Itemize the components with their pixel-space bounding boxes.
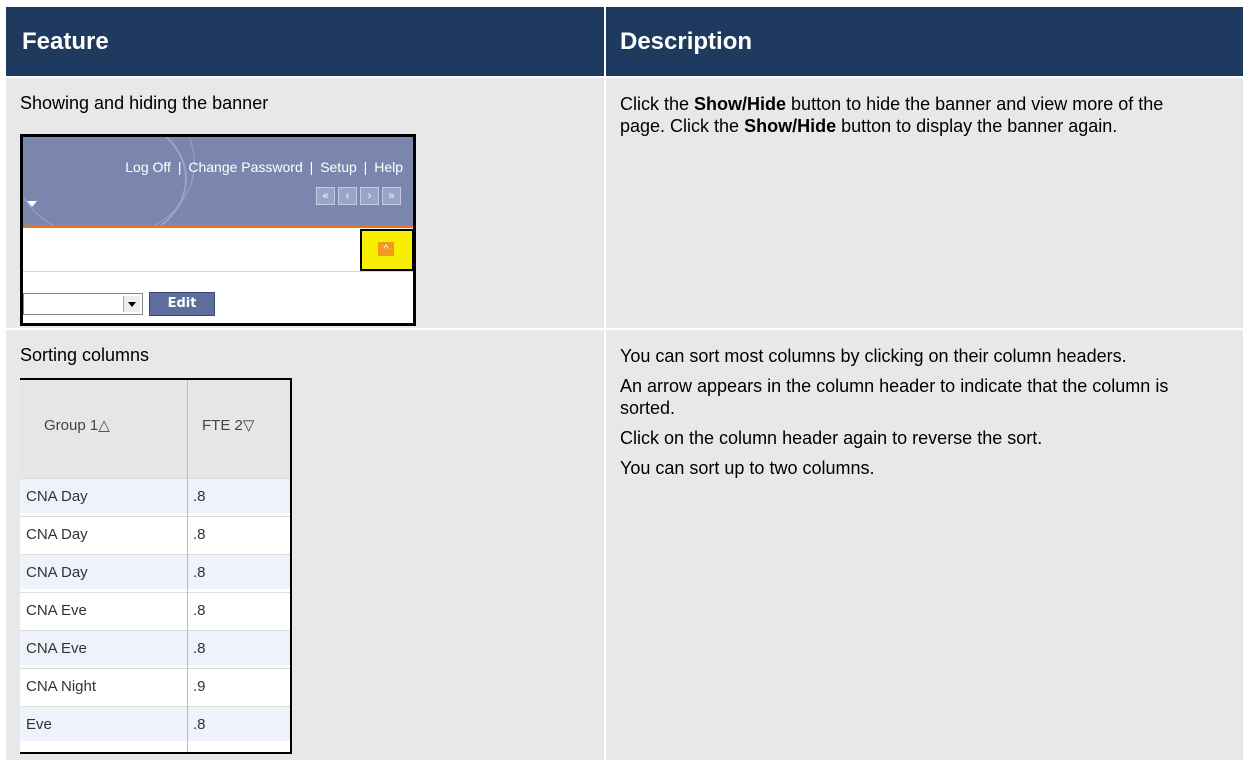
table-row: Showing and hiding the banner Log Off | … (6, 78, 1243, 328)
header-feature: Feature (22, 28, 109, 55)
desc-bold: Show/Hide (744, 116, 837, 136)
column-divider (604, 78, 606, 328)
table-row: CNA Night .9 (20, 668, 290, 703)
link-separator: | (363, 159, 368, 175)
change-password-link[interactable]: Change Password (188, 159, 302, 175)
fte-cell: .8 (193, 488, 206, 505)
feature-title: Sorting columns (20, 345, 150, 365)
table-row: CNA Eve .8 (20, 592, 290, 627)
nav-buttons: « ‹ › » (316, 187, 401, 205)
table-row: CNA Day .8 (20, 554, 290, 589)
feature-title: Showing and hiding the banner (20, 93, 269, 113)
fte-cell: .8 (193, 640, 206, 657)
group-cell: Eve (26, 716, 52, 733)
desc-paragraph: You can sort most columns by clicking on… (620, 346, 1127, 366)
group-column-header[interactable]: Group 1△ (44, 416, 110, 434)
fte-cell: .8 (193, 526, 206, 543)
link-separator: | (177, 159, 182, 175)
group-cell: CNA Day (26, 526, 88, 543)
banner-area: Log Off | Change Password | Setup | Help… (23, 137, 413, 251)
prev-page-button[interactable]: ‹ (338, 187, 357, 205)
desc-paragraph: An arrow appears in the column header to… (620, 376, 1169, 418)
chevron-down-icon[interactable] (123, 296, 140, 312)
table-row: CNA Eve .8 (20, 630, 290, 665)
column-divider (187, 380, 188, 752)
banner-links: Log Off | Change Password | Setup | Help (125, 159, 403, 175)
header-description: Description (620, 28, 753, 55)
feature-description: Click the Show/Hide button to hide the b… (620, 93, 1210, 145)
banner-divider (23, 271, 413, 272)
last-page-button[interactable]: » (382, 187, 401, 205)
chevron-down-icon[interactable] (27, 201, 37, 207)
desc-text: button to display the banner again. (836, 116, 1118, 136)
feature-description: You can sort most columns by clicking on… (620, 345, 1210, 487)
fte-cell: .8 (193, 564, 206, 581)
next-page-button[interactable]: › (360, 187, 379, 205)
group-cell: CNA Night (26, 678, 97, 695)
table-header-row: Feature Description (6, 7, 1243, 76)
group-cell: CNA Eve (26, 602, 87, 619)
show-hide-button[interactable]: ^ (378, 242, 394, 256)
group-cell: CNA Day (26, 488, 88, 505)
sort-table-header: Group 1△ FTE 2▽ (20, 380, 290, 478)
banner-content-strip (23, 228, 413, 271)
view-select[interactable] (23, 293, 143, 315)
log-off-link[interactable]: Log Off (125, 159, 171, 175)
edit-button[interactable]: Edit (149, 292, 215, 316)
table-row: CNA Day .8 (20, 478, 290, 513)
fte-cell: .8 (193, 716, 206, 733)
table-row: Sorting columns Group 1△ FTE 2▽ CNA Day.… (6, 330, 1243, 760)
table-row: Eve .8 (20, 706, 290, 741)
desc-text: Click the (620, 94, 695, 114)
group-cell: CNA Day (26, 564, 88, 581)
desc-paragraph: Click on the column header again to reve… (620, 428, 1043, 448)
sorting-screenshot: Group 1△ FTE 2▽ CNA Day .8 CNA Day .8 CNA Da… (20, 378, 292, 754)
fte-cell: .9 (193, 678, 206, 695)
setup-link[interactable]: Setup (320, 159, 357, 175)
help-link[interactable]: Help (374, 159, 403, 175)
header-divider (604, 7, 606, 76)
fte-cell: .8 (193, 602, 206, 619)
show-hide-highlight: ^ (360, 229, 413, 271)
link-separator: | (309, 159, 314, 175)
desc-bold: Show/Hide (694, 94, 787, 114)
feature-table: Feature Description Showing and hiding t… (6, 7, 1243, 760)
banner-screenshot: Log Off | Change Password | Setup | Help… (20, 134, 416, 326)
desc-paragraph: You can sort up to two columns. (620, 458, 875, 478)
first-page-button[interactable]: « (316, 187, 335, 205)
column-divider (604, 330, 606, 760)
group-cell: CNA Eve (26, 640, 87, 657)
table-row: CNA Day .8 (20, 516, 290, 551)
fte-column-header[interactable]: FTE 2▽ (202, 416, 254, 434)
